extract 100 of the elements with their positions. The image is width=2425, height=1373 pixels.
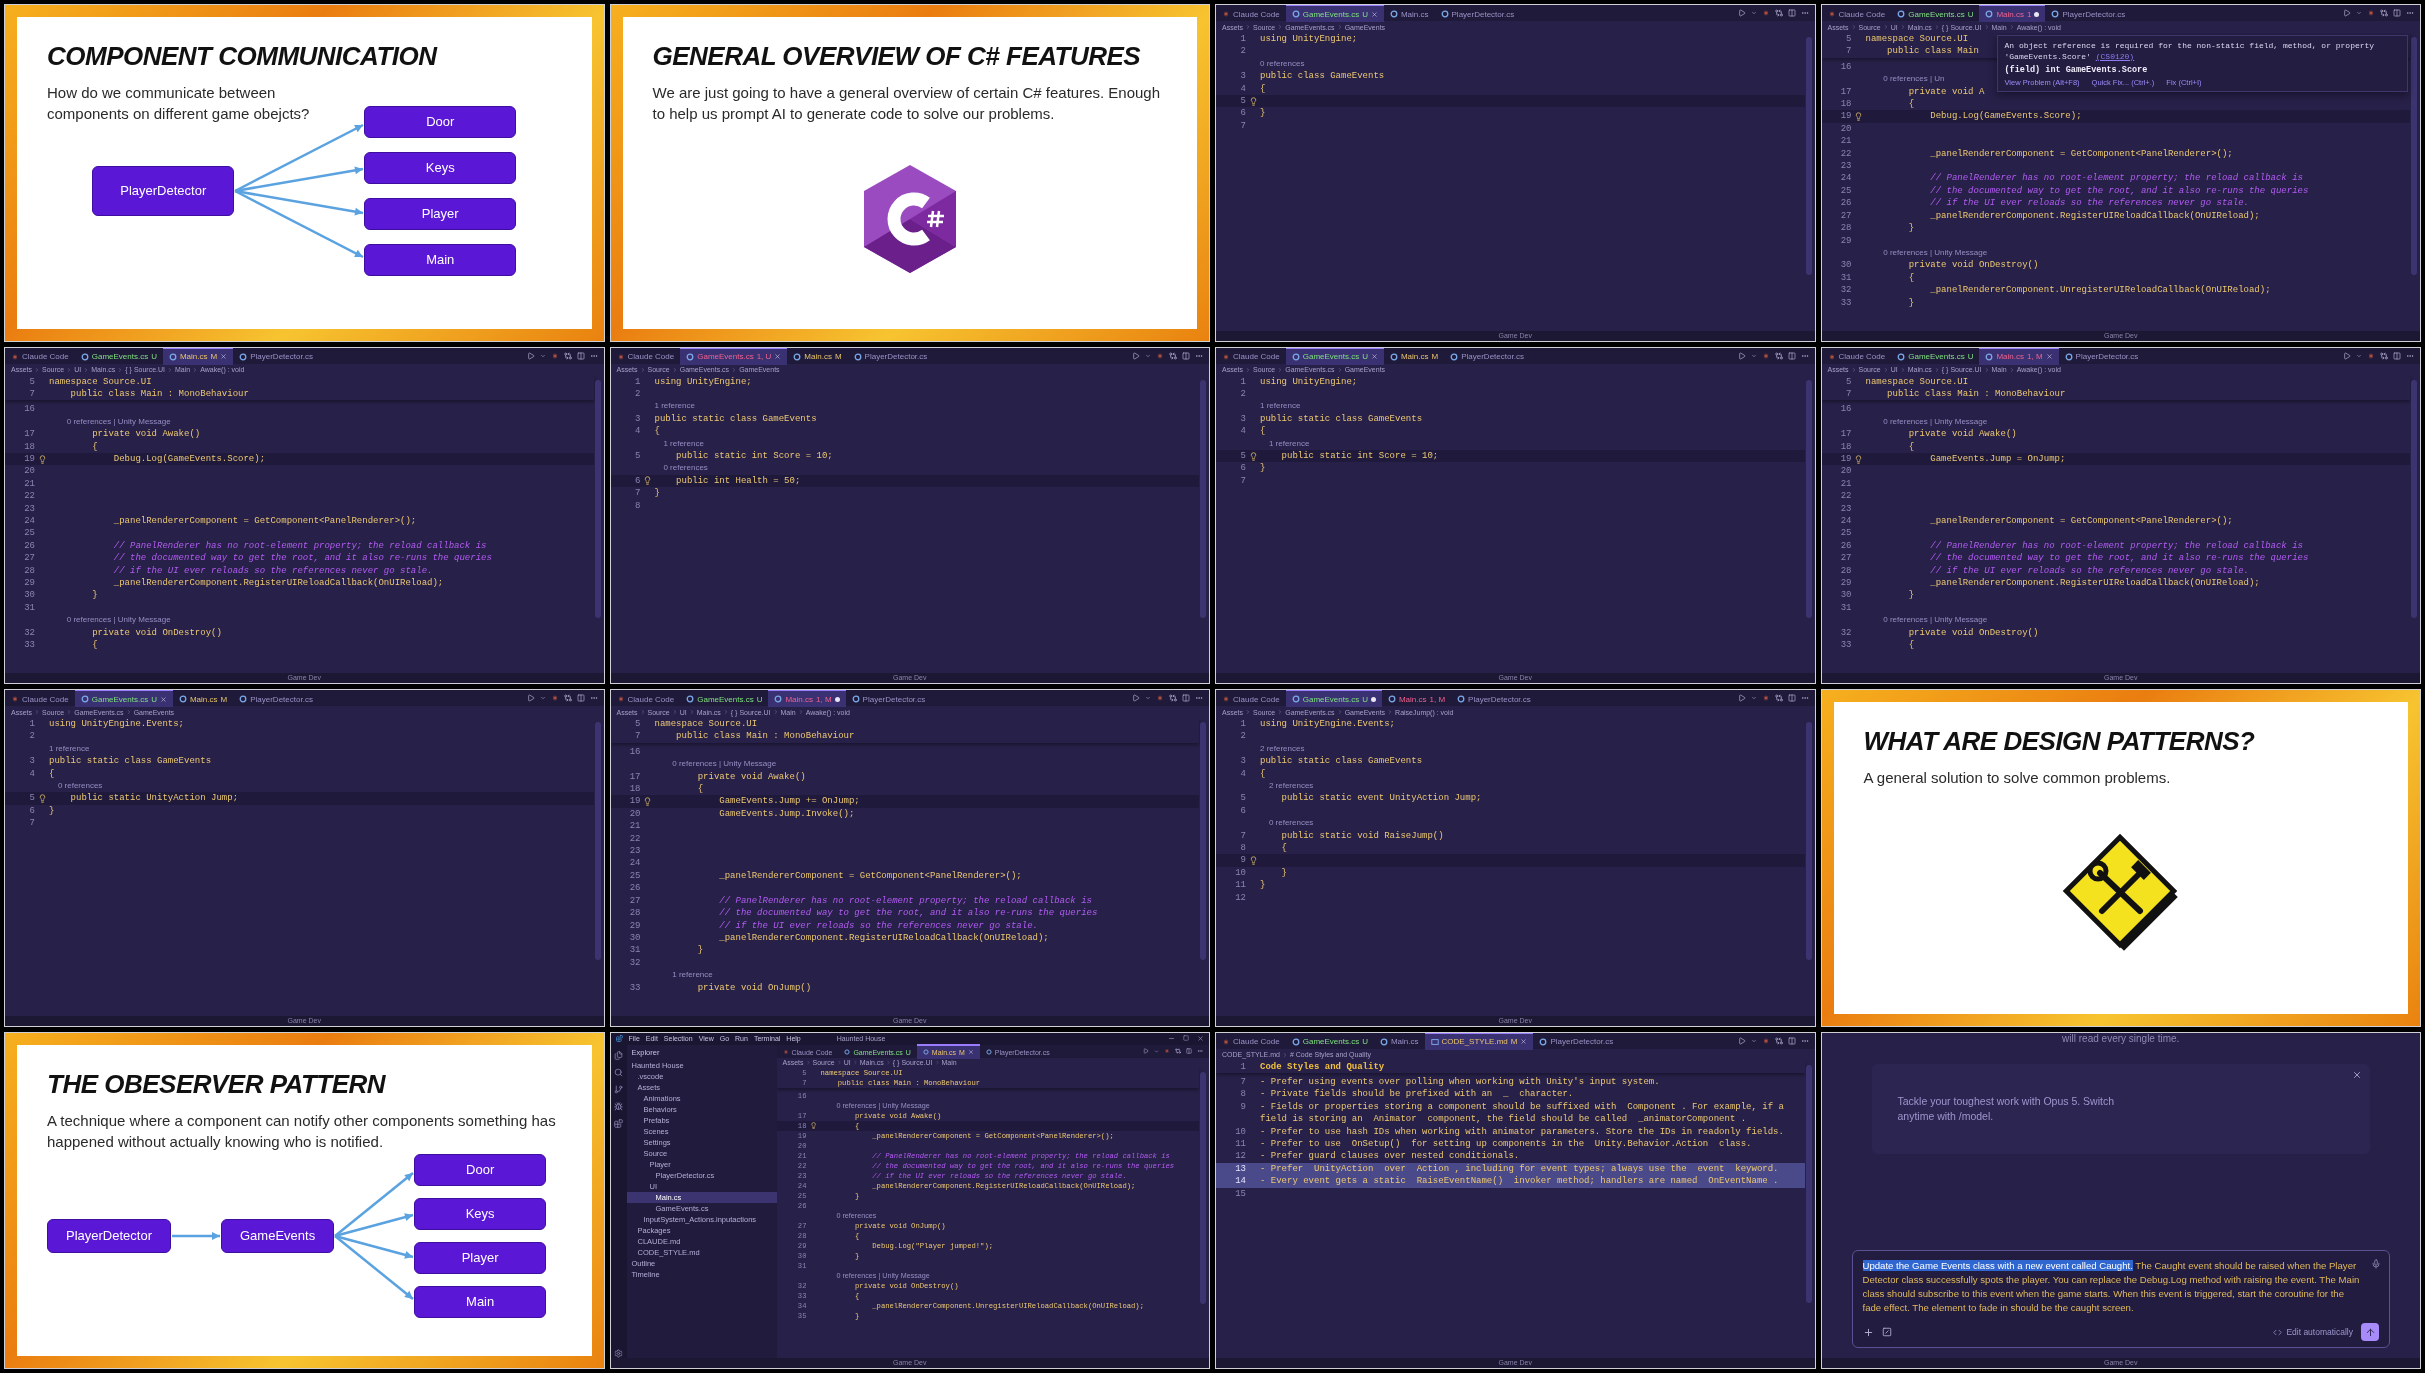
run-icon[interactable] (2343, 351, 2351, 360)
split-editor-icon[interactable] (1182, 694, 1190, 702)
editor-tab[interactable]: Main.cs M (162, 347, 234, 365)
close-icon[interactable] (1520, 1038, 1528, 1045)
split-editor-icon[interactable] (2393, 351, 2401, 360)
lightbulb-icon[interactable] (37, 794, 47, 804)
run-icon[interactable] (2343, 9, 2351, 17)
code-lens[interactable]: 1 reference (1260, 437, 1310, 450)
editor-tab[interactable]: GameEvents.cs U (1285, 347, 1384, 365)
asterisk-icon[interactable] (1156, 351, 1164, 360)
more-icon[interactable] (1197, 1048, 1203, 1054)
lightbulb-icon[interactable] (1248, 96, 1258, 106)
editor-tab[interactable]: Claude Code (1821, 347, 1892, 365)
code-lens[interactable]: 0 references | Unity Message (49, 415, 171, 429)
editor-tab[interactable]: Main.cs M (787, 347, 848, 365)
chevron-down-icon[interactable] (1145, 695, 1151, 701)
scrollbar[interactable] (2411, 37, 2417, 275)
chevron-down-icon[interactable] (1750, 10, 1757, 16)
editor-tab[interactable]: GameEvents.cs U (74, 690, 173, 707)
more-icon[interactable] (589, 694, 598, 702)
editor-tab[interactable]: Main.cs 1, M (1979, 347, 2059, 365)
code-lens[interactable]: 0 references | Unity Message (49, 614, 171, 627)
code-lens[interactable]: 0 references (49, 780, 103, 793)
chevron-down-icon[interactable] (1750, 695, 1757, 701)
split-editor-icon[interactable] (2393, 9, 2401, 17)
scrollbar[interactable] (1200, 1071, 1206, 1304)
lightbulb-icon[interactable] (643, 476, 652, 486)
compare-icon[interactable] (1774, 351, 1783, 360)
chevron-down-icon[interactable] (1750, 1037, 1757, 1044)
lightbulb-icon[interactable] (1854, 454, 1863, 464)
close-icon[interactable] (1370, 353, 1378, 360)
scrollbar[interactable] (594, 379, 601, 618)
editor-tab[interactable]: Claude Code (1216, 1032, 1286, 1050)
more-icon[interactable] (1800, 9, 1809, 17)
branch-icon[interactable] (614, 1084, 623, 1094)
code-lens[interactable]: 2 references (1260, 780, 1314, 793)
editor-tab[interactable]: Main.cs 1, M (768, 690, 846, 707)
mode-button[interactable]: Edit automatically (2273, 1327, 2353, 1337)
close-icon[interactable] (220, 353, 228, 360)
add-button[interactable] (1862, 1326, 1874, 1338)
scrollbar[interactable] (1200, 379, 1206, 618)
editor-tab[interactable]: GameEvents.cs 1, U (680, 347, 788, 365)
code-lens[interactable]: 0 references (1260, 817, 1314, 830)
code-lens[interactable]: 1 reference (1260, 400, 1301, 413)
run-icon[interactable] (1737, 351, 1746, 360)
prompt-box[interactable] (1851, 1250, 2390, 1348)
split-editor-icon[interactable] (1182, 351, 1190, 360)
scrollbar[interactable] (1805, 1064, 1812, 1303)
editor-tab[interactable]: Claude Code (1821, 5, 1892, 22)
close-icon[interactable] (774, 353, 782, 360)
editor-tab[interactable]: PlayerDetector.cs (1533, 1032, 1620, 1050)
asterisk-icon[interactable] (2367, 9, 2375, 17)
editor-tab[interactable]: Claude Code (1216, 5, 1286, 22)
asterisk-icon[interactable] (1164, 1048, 1170, 1054)
editor-tab[interactable]: PlayerDetector.cs (847, 347, 934, 365)
editor-tab[interactable]: PlayerDetector.cs (1451, 690, 1537, 707)
chevron-down-icon[interactable] (539, 695, 546, 701)
code-lens[interactable]: 1 reference (654, 969, 713, 982)
code-lens[interactable]: 1 reference (654, 437, 704, 450)
asterisk-icon[interactable] (1761, 1036, 1770, 1045)
scrollbar[interactable] (2411, 379, 2417, 618)
slash-command-button[interactable] (1881, 1327, 1892, 1337)
editor-tab[interactable]: GameEvents.cs U (1285, 1032, 1374, 1050)
split-editor-icon[interactable] (1787, 694, 1796, 702)
editor-tab[interactable]: Claude Code (5, 347, 75, 365)
compare-icon[interactable] (1169, 694, 1177, 702)
code-lens[interactable]: 0 references | Unity Message (1865, 415, 1988, 429)
microphone-icon[interactable] (2371, 1259, 2381, 1269)
run-icon[interactable] (526, 351, 535, 360)
more-icon[interactable] (1800, 694, 1809, 702)
editor-tab[interactable]: Main.cs M (1383, 347, 1445, 365)
run-icon[interactable] (1737, 9, 1746, 17)
compare-icon[interactable] (2380, 9, 2388, 17)
close-icon[interactable] (1197, 1035, 1204, 1042)
close-icon[interactable] (1370, 10, 1378, 18)
editor-tab[interactable]: Claude Code (1216, 347, 1286, 365)
run-icon[interactable] (1737, 694, 1746, 702)
code-lens[interactable]: 2 references (1260, 742, 1305, 756)
close-icon[interactable] (2352, 1069, 2362, 1080)
editor-tab[interactable]: Claude Code (610, 690, 681, 707)
asterisk-icon[interactable] (550, 351, 559, 360)
editor-tab[interactable]: CODE_STYLE.md M (1424, 1032, 1534, 1050)
run-icon[interactable] (1132, 694, 1140, 702)
minimize-icon[interactable] (1168, 1035, 1175, 1042)
send-button[interactable] (2361, 1323, 2379, 1341)
extensions-icon[interactable] (614, 1118, 623, 1128)
editor-tab[interactable]: PlayerDetector.cs (1444, 347, 1530, 365)
prompt-text[interactable]: Update the Game Events class with a new event called Caught. The Caught event should be raised when the Player Detector class successfully spots the player. You can replace the Debug.Log method with raising the event. The Main class should subscribe to this event when the game starts. When this event is triggered, start the coroutine for the fade effect. The element to fade in should be the caught screen. (1862, 1259, 2379, 1315)
code-lens[interactable]: 1 reference (654, 400, 695, 413)
editor-tab[interactable]: PlayerDetector.cs (233, 690, 319, 707)
asterisk-icon[interactable] (1761, 9, 1770, 17)
editor-tab[interactable]: Main.cs M (172, 690, 234, 707)
asterisk-icon[interactable] (1761, 694, 1770, 702)
code-lens[interactable]: 0 references (654, 462, 708, 475)
compare-icon[interactable] (1774, 1036, 1783, 1045)
scrollbar[interactable] (1200, 722, 1206, 960)
close-icon[interactable] (2045, 353, 2053, 360)
lightbulb-icon[interactable] (1854, 112, 1863, 122)
asterisk-icon[interactable] (550, 694, 559, 702)
asterisk-icon[interactable] (1156, 694, 1164, 702)
